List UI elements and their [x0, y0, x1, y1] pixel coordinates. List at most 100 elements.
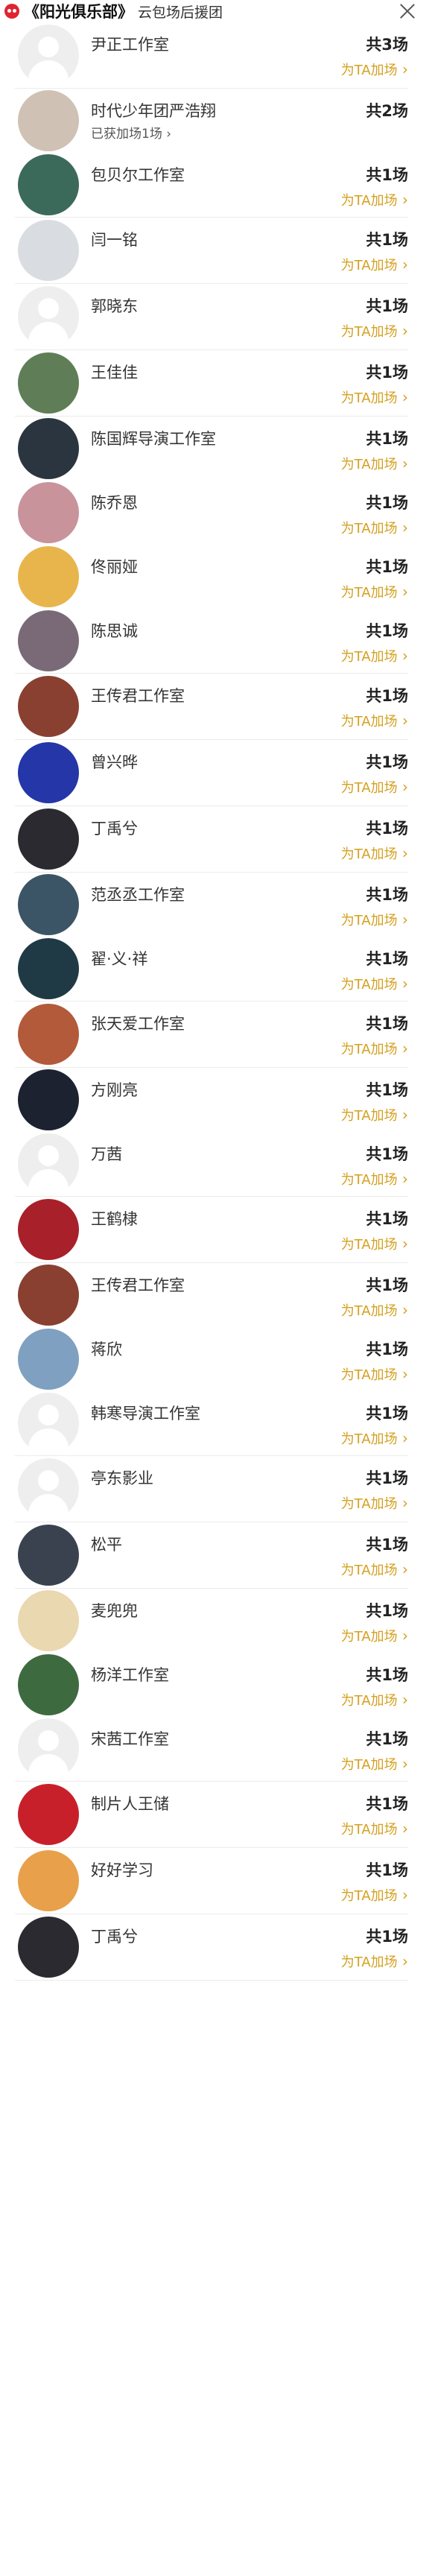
group-block: 张天爱工作室 共1场 为TA加场 [15, 1001, 408, 1068]
avatar[interactable] [18, 676, 79, 737]
avatar[interactable] [18, 1784, 79, 1845]
list-item[interactable]: 郭晓东 共1场 为TA加场 [15, 284, 408, 349]
avatar[interactable] [18, 1004, 79, 1065]
avatar[interactable] [18, 25, 79, 86]
add-session-button[interactable]: 为TA加场 [341, 60, 408, 79]
list-item[interactable]: 蒋欣 共1场 为TA加场 [15, 1327, 408, 1391]
avatar[interactable] [18, 1654, 79, 1715]
studio-name: 制片人王储 [91, 1795, 169, 1813]
add-session-button[interactable]: 为TA加场 [341, 1039, 408, 1058]
list-item[interactable]: 万茜 共1场 为TA加场 [15, 1132, 408, 1196]
add-session-button[interactable]: 为TA加场 [341, 1493, 408, 1513]
list-item[interactable]: 翟·义·祥 共1场 为TA加场 [15, 937, 408, 1001]
add-session-button[interactable]: 为TA加场 [341, 1754, 408, 1773]
list-item[interactable]: 闫一铭 共1场 为TA加场 [15, 218, 408, 283]
add-session-button[interactable]: 为TA加场 [341, 1364, 408, 1384]
avatar[interactable] [18, 1393, 79, 1454]
add-session-button[interactable]: 为TA加场 [341, 1626, 408, 1645]
avatar[interactable] [18, 742, 79, 803]
avatar[interactable] [18, 938, 79, 999]
add-session-button[interactable]: 为TA加场 [341, 1105, 408, 1124]
list-item[interactable]: 陈思诚 共1场 为TA加场 [15, 609, 408, 673]
list-item[interactable]: 丁禹兮 共1场 为TA加场 [15, 1914, 408, 1980]
extra-sessions-link[interactable]: 已获加场1场 › [91, 123, 171, 142]
studio-name: 时代少年团严浩翔 [91, 102, 216, 120]
avatar[interactable] [18, 1199, 79, 1260]
add-session-button[interactable]: 为TA加场 [341, 1234, 408, 1253]
avatar[interactable] [18, 1718, 79, 1779]
studio-name: 范丞丞工作室 [91, 886, 185, 904]
studio-name: 曾兴晔 [91, 753, 138, 771]
add-session-button[interactable]: 为TA加场 [341, 777, 408, 797]
avatar[interactable] [18, 352, 79, 414]
list-item[interactable]: 陈乔恩 共1场 为TA加场 [15, 481, 408, 545]
list-item[interactable]: 范丞丞工作室 共1场 为TA加场 [15, 873, 408, 937]
list-item[interactable]: 亭东影业 共1场 为TA加场 [15, 1456, 408, 1522]
add-session-button[interactable]: 为TA加场 [341, 711, 408, 730]
add-session-button[interactable]: 为TA加场 [341, 1560, 408, 1579]
add-session-button[interactable]: 为TA加场 [341, 1952, 408, 1971]
group-block: 王传君工作室共1场为TA加场蒋欣共1场为TA加场韩寒导演工作室共1场为TA加场 [15, 1263, 408, 1456]
add-session-button[interactable]: 为TA加场 [341, 190, 408, 209]
add-session-button[interactable]: 为TA加场 [341, 646, 408, 665]
avatar[interactable] [18, 1850, 79, 1911]
add-session-button[interactable]: 为TA加场 [341, 1428, 408, 1448]
list-item[interactable]: 曾兴晔 共1场 为TA加场 [15, 740, 408, 806]
add-session-button[interactable]: 为TA加场 [341, 255, 408, 274]
list-item[interactable]: 韩寒导演工作室 共1场 为TA加场 [15, 1391, 408, 1455]
list-item[interactable]: 陈国辉导演工作室 共1场 为TA加场 [15, 417, 408, 481]
list-item[interactable]: 方刚亮 共1场 为TA加场 [15, 1068, 408, 1132]
list-item[interactable]: 时代少年团严浩翔 已获加场1场 › 共2场 [15, 89, 408, 153]
list-item[interactable]: 尹正工作室 共3场 为TA加场 [15, 22, 408, 88]
list-item[interactable]: 张天爱工作室 共1场 为TA加场 [15, 1001, 408, 1067]
list-item[interactable]: 松平 共1场 为TA加场 [15, 1522, 408, 1588]
list-item[interactable]: 包贝尔工作室 共1场 为TA加场 [15, 153, 408, 217]
list-item[interactable]: 王传君工作室 共1场 为TA加场 [15, 674, 408, 739]
avatar[interactable] [18, 1069, 79, 1130]
list-item[interactable]: 制片人王储 共1场 为TA加场 [15, 1782, 408, 1847]
list-item[interactable]: 好好学习 共1场 为TA加场 [15, 1848, 408, 1914]
close-icon[interactable] [396, 0, 419, 22]
avatar[interactable] [18, 1265, 79, 1326]
list-item[interactable]: 丁禹兮 共1场 为TA加场 [15, 806, 408, 872]
avatar[interactable] [18, 1917, 79, 1978]
avatar[interactable] [18, 1133, 79, 1194]
avatar[interactable] [18, 874, 79, 935]
add-session-button[interactable]: 为TA加场 [341, 1885, 408, 1905]
add-session-button[interactable]: 为TA加场 [341, 582, 408, 601]
add-session-button[interactable]: 为TA加场 [341, 1819, 408, 1838]
list-item[interactable]: 宋茜工作室 共1场 为TA加场 [15, 1717, 408, 1781]
list-item[interactable]: 麦兜兜 共1场 为TA加场 [15, 1589, 408, 1653]
add-session-button[interactable]: 为TA加场 [341, 844, 408, 863]
add-session-button[interactable]: 为TA加场 [341, 321, 408, 341]
avatar[interactable] [18, 220, 79, 281]
add-session-button[interactable]: 为TA加场 [341, 910, 408, 929]
avatar[interactable] [18, 286, 79, 347]
group-block: 王佳佳 共1场 为TA加场 [15, 350, 408, 417]
avatar[interactable] [18, 610, 79, 671]
group-block: 时代少年团严浩翔 已获加场1场 › 共2场 包贝尔工作室 共1场 为TA加场 [15, 89, 408, 218]
avatar[interactable] [18, 546, 79, 607]
avatar[interactable] [18, 1525, 79, 1586]
add-session-button[interactable]: 为TA加场 [341, 1690, 408, 1709]
add-session-button[interactable]: 为TA加场 [341, 518, 408, 537]
add-session-button[interactable]: 为TA加场 [341, 974, 408, 993]
list-item[interactable]: 杨洋工作室 共1场 为TA加场 [15, 1653, 408, 1717]
avatar[interactable] [18, 154, 79, 215]
list-item[interactable]: 王鹤棣 共1场 为TA加场 [15, 1197, 408, 1262]
avatar[interactable] [18, 418, 79, 479]
avatar[interactable] [18, 1590, 79, 1651]
avatar[interactable] [18, 90, 79, 151]
add-session-button[interactable]: 为TA加场 [341, 454, 408, 473]
add-session-button[interactable]: 为TA加场 [341, 387, 408, 407]
avatar[interactable] [18, 1458, 79, 1519]
avatar[interactable] [18, 1329, 79, 1390]
avatar[interactable] [18, 482, 79, 543]
session-count: 共3场 [366, 36, 408, 54]
add-session-button[interactable]: 为TA加场 [341, 1300, 408, 1320]
list-item[interactable]: 王佳佳 共1场 为TA加场 [15, 350, 408, 416]
avatar[interactable] [18, 808, 79, 870]
add-session-button[interactable]: 为TA加场 [341, 1169, 408, 1189]
list-item[interactable]: 佟丽娅 共1场 为TA加场 [15, 545, 408, 609]
list-item[interactable]: 王传君工作室 共1场 为TA加场 [15, 1263, 408, 1327]
